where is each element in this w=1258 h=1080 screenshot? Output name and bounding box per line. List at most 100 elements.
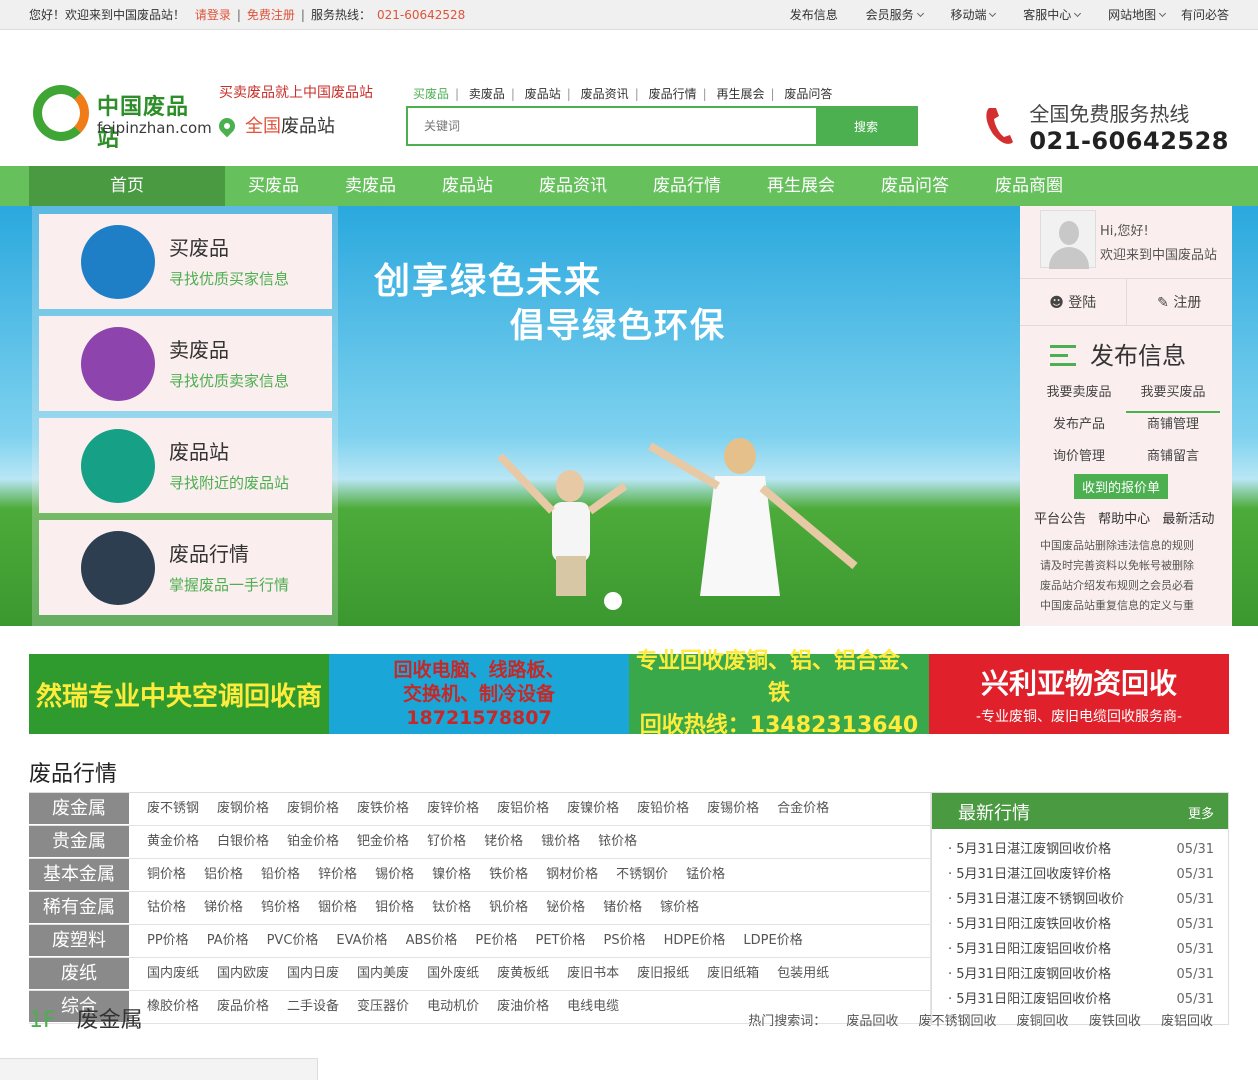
market-link[interactable]: 钌价格 bbox=[427, 834, 466, 849]
market-link[interactable]: 白银价格 bbox=[217, 834, 269, 849]
hot-link[interactable]: 废铝回收 bbox=[1161, 1014, 1213, 1029]
search-tab[interactable]: 再生展会 bbox=[716, 87, 764, 101]
category-market[interactable]: 废品行情 掌握废品一手行情 bbox=[39, 520, 332, 615]
market-link[interactable]: 国内日废 bbox=[287, 966, 339, 981]
market-link[interactable]: PA价格 bbox=[207, 933, 249, 948]
hot-link[interactable]: 废不锈钢回收 bbox=[919, 1014, 997, 1029]
market-link[interactable]: 废铅价格 bbox=[637, 801, 689, 816]
action-inquiry-manage[interactable]: 询价管理 bbox=[1032, 445, 1126, 477]
market-link[interactable]: 锑价格 bbox=[204, 900, 243, 915]
action-shop-manage[interactable]: 商铺管理 bbox=[1126, 413, 1220, 445]
top-link-qa[interactable]: 有问必答 bbox=[1181, 8, 1229, 22]
category-buy[interactable]: 买废品 寻找优质买家信息 bbox=[39, 214, 332, 309]
search-tab[interactable]: 废品行情 bbox=[649, 87, 697, 101]
market-link[interactable]: PET价格 bbox=[535, 933, 585, 948]
ad-banner-2[interactable]: 回收电脑、线路板、 交换机、制冷设备 18721578807 bbox=[329, 654, 629, 734]
notice-item[interactable]: 废品站介绍发布规则之会员必看 bbox=[1040, 576, 1220, 596]
latest-item[interactable]: · 5月31日湛江废钢回收价格 05/31 bbox=[948, 837, 1214, 862]
market-link[interactable]: 铱价格 bbox=[598, 834, 637, 849]
category-sell[interactable]: 卖废品 寻找优质卖家信息 bbox=[39, 316, 332, 411]
city-selector[interactable]: 全国废品站 bbox=[215, 112, 335, 138]
market-link[interactable]: 铅价格 bbox=[261, 867, 300, 882]
search-input[interactable] bbox=[408, 108, 816, 144]
top-link-sitemap[interactable]: 网站地图 bbox=[1096, 8, 1167, 22]
latest-item[interactable]: · 5月31日阳江废钢回收价格 05/31 bbox=[948, 962, 1214, 987]
market-link[interactable]: 废铝价格 bbox=[497, 801, 549, 816]
market-link[interactable]: PP价格 bbox=[147, 933, 189, 948]
ad-banner-4[interactable]: 兴利亚物资回收 -专业废铜、废旧电缆回收服务商- bbox=[929, 654, 1229, 734]
notice-item[interactable]: 中国废品站重复信息的定义与重 bbox=[1040, 596, 1220, 616]
nav-home[interactable]: 首页 bbox=[29, 166, 225, 206]
panel-login-button[interactable]: ☻ 登陆 bbox=[1020, 279, 1127, 325]
top-link-mobile[interactable]: 移动端 bbox=[938, 8, 997, 22]
market-link[interactable]: 铑价格 bbox=[484, 834, 523, 849]
market-link[interactable]: 锇价格 bbox=[541, 834, 580, 849]
more-link[interactable]: 更多 bbox=[1188, 803, 1214, 822]
nav-buy[interactable]: 买废品 bbox=[225, 166, 322, 206]
ad-banner-3[interactable]: 专业回收废铜、铝、铝合金、铁 回收热线：13482313640 bbox=[629, 649, 929, 738]
search-tab[interactable]: 卖废品 bbox=[469, 87, 505, 101]
market-row-key[interactable]: 废塑料 bbox=[29, 925, 129, 957]
search-tab[interactable]: 买废品 bbox=[413, 87, 449, 101]
market-link[interactable]: 锰价格 bbox=[686, 867, 725, 882]
market-link[interactable]: 钯金价格 bbox=[357, 834, 409, 849]
market-link[interactable]: 合金价格 bbox=[777, 801, 829, 816]
nav-station[interactable]: 废品站 bbox=[419, 166, 516, 206]
market-link[interactable]: 铁价格 bbox=[489, 867, 528, 882]
action-sell[interactable]: 我要卖废品 bbox=[1032, 381, 1126, 413]
market-row-key[interactable]: 稀有金属 bbox=[29, 892, 129, 924]
hot-link[interactable]: 废铜回收 bbox=[1017, 1014, 1069, 1029]
notice-tab[interactable]: 平台公告 bbox=[1034, 512, 1086, 527]
nav-sell[interactable]: 卖废品 bbox=[322, 166, 419, 206]
top-link-publish[interactable]: 发布信息 bbox=[790, 8, 838, 22]
market-link[interactable]: 锡价格 bbox=[375, 867, 414, 882]
search-tab[interactable]: 废品站 bbox=[525, 87, 561, 101]
market-link[interactable]: 废镍价格 bbox=[567, 801, 619, 816]
notice-item[interactable]: 请及时完善资料以免帐号被删除 bbox=[1040, 556, 1220, 576]
market-link[interactable]: 铋价格 bbox=[546, 900, 585, 915]
market-link[interactable]: 废铜价格 bbox=[287, 801, 339, 816]
hero-banner[interactable]: 创享绿色未来 倡导绿色环保 买废品 寻找优质买家信息 卖废品 寻找优质卖家信息 … bbox=[0, 206, 1258, 626]
action-shop-messages[interactable]: 商铺留言 bbox=[1126, 445, 1220, 477]
carousel-dot[interactable] bbox=[604, 592, 622, 610]
register-link[interactable]: 免费注册 bbox=[247, 8, 295, 22]
quote-list-button[interactable]: 收到的报价单 bbox=[1074, 474, 1169, 499]
market-link[interactable]: LDPE价格 bbox=[743, 933, 802, 948]
panel-register-button[interactable]: ✎ 注册 bbox=[1127, 279, 1233, 325]
market-link[interactable]: HDPE价格 bbox=[664, 933, 726, 948]
hot-link[interactable]: 废铁回收 bbox=[1089, 1014, 1141, 1029]
market-link[interactable]: 废锡价格 bbox=[707, 801, 759, 816]
nav-circle[interactable]: 废品商圈 bbox=[972, 166, 1086, 206]
action-buy[interactable]: 我要买废品 bbox=[1126, 381, 1220, 413]
nav-expo[interactable]: 再生展会 bbox=[744, 166, 858, 206]
market-row-key[interactable]: 废纸 bbox=[29, 958, 129, 990]
latest-item[interactable]: · 5月31日阳江废铝回收价格 05/31 bbox=[948, 937, 1214, 962]
market-link[interactable]: 钛价格 bbox=[432, 900, 471, 915]
search-tab[interactable]: 废品资讯 bbox=[581, 87, 629, 101]
search-tab[interactable]: 废品问答 bbox=[784, 87, 832, 101]
nav-market[interactable]: 废品行情 bbox=[630, 166, 744, 206]
nav-qa[interactable]: 废品问答 bbox=[858, 166, 972, 206]
market-link[interactable]: 镓价格 bbox=[660, 900, 699, 915]
market-link[interactable]: 废钢价格 bbox=[217, 801, 269, 816]
market-link[interactable]: ABS价格 bbox=[406, 933, 458, 948]
top-link-member[interactable]: 会员服务 bbox=[854, 8, 924, 22]
top-link-service[interactable]: 客服中心 bbox=[1011, 8, 1082, 22]
market-link[interactable]: 废铁价格 bbox=[357, 801, 409, 816]
latest-item[interactable]: · 5月31日湛江废不锈钢回收价 05/31 bbox=[948, 887, 1214, 912]
market-link[interactable]: PE价格 bbox=[475, 933, 517, 948]
market-link[interactable]: EVA价格 bbox=[336, 933, 387, 948]
market-link[interactable]: 国外废纸 bbox=[427, 966, 479, 981]
nav-news[interactable]: 废品资讯 bbox=[516, 166, 630, 206]
market-link[interactable]: 废旧报纸 bbox=[637, 966, 689, 981]
site-logo[interactable]: 中国废品站 feipinzhan.com bbox=[33, 85, 212, 152]
ad-banner-1[interactable]: 然瑞专业中央空调回收商 bbox=[29, 654, 329, 734]
market-link[interactable]: 铟价格 bbox=[318, 900, 357, 915]
market-link[interactable]: 废黄板纸 bbox=[497, 966, 549, 981]
market-link[interactable]: PVC价格 bbox=[267, 933, 319, 948]
market-link[interactable]: 废旧纸箱 bbox=[707, 966, 759, 981]
market-link[interactable]: 国内废纸 bbox=[147, 966, 199, 981]
market-link[interactable]: PS价格 bbox=[603, 933, 645, 948]
market-link[interactable]: 钼价格 bbox=[375, 900, 414, 915]
market-row-key[interactable]: 废金属 bbox=[29, 793, 129, 825]
